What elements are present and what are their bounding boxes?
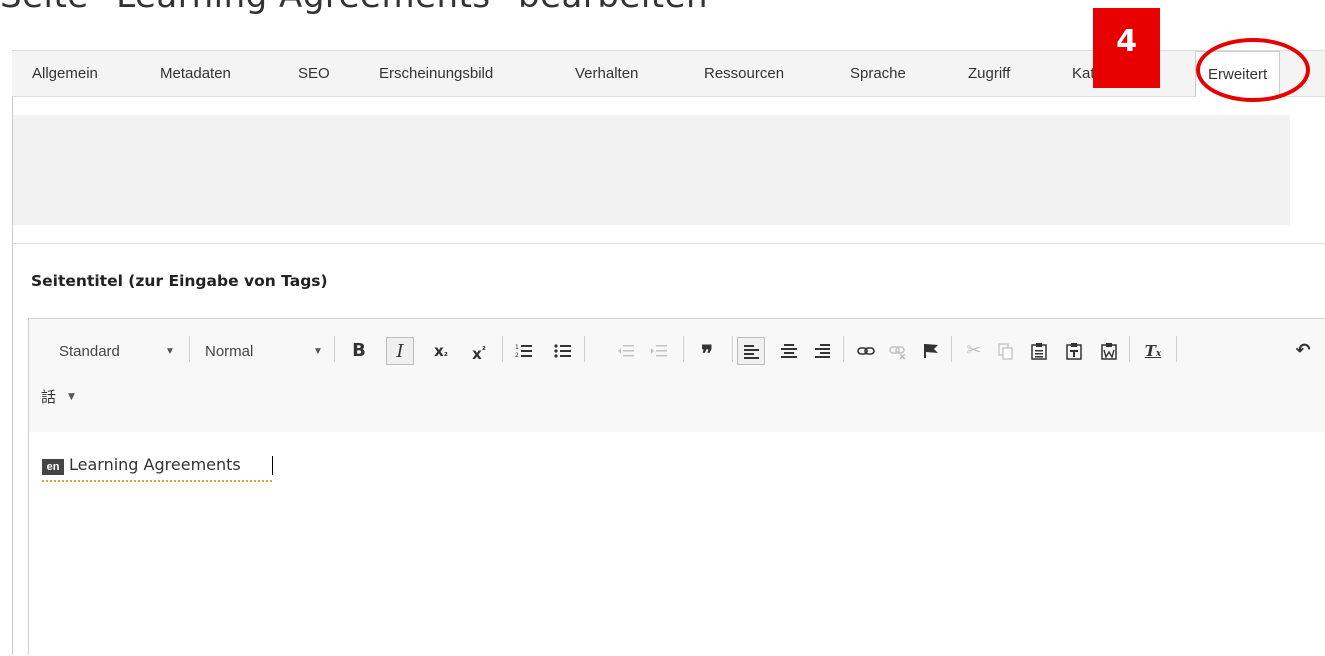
toolbar-separator [502,336,503,362]
format-select-label: Normal [205,343,254,360]
toolbar-separator [1176,336,1177,362]
toolbar-separator [732,336,733,362]
caret-down-icon: ▼ [165,346,175,357]
toolbar-separator [584,336,585,362]
divider [12,243,1325,244]
tab-verhalten[interactable]: Verhalten [575,51,638,97]
svg-text:1: 1 [515,344,519,351]
caret-down-icon: ▼ [68,392,75,402]
align-right-icon[interactable] [808,337,836,365]
toolbar-separator [1129,336,1130,362]
remove-format-icon[interactable]: Tx [1139,337,1167,365]
decrease-indent-icon[interactable] [612,337,640,365]
paste-icon[interactable] [1025,337,1053,365]
editor-text[interactable]: Learning Agreements [69,455,241,474]
paste-word-icon[interactable] [1095,337,1123,365]
unlink-icon[interactable] [884,337,912,365]
tab-zugriff[interactable]: Zugriff [968,51,1010,97]
italic-icon[interactable]: I [386,337,414,365]
toolbar-separator [951,336,952,362]
paste-text-icon[interactable] [1060,337,1088,365]
language-button[interactable]: 話 ▼ [41,383,101,411]
anchor-flag-icon[interactable] [917,337,945,365]
field-label: Seitentitel (zur Eingabe von Tags) [31,272,328,290]
link-icon[interactable] [852,337,880,365]
increase-indent-icon[interactable] [645,337,673,365]
spellcheck-underline [42,480,272,482]
tab-metadaten[interactable]: Metadaten [160,51,231,97]
superscript-icon[interactable]: x² [465,337,493,365]
tab-seo[interactable]: SEO [298,51,330,97]
tab-erscheinungsbild[interactable]: Erscheinungsbild [379,51,493,97]
svg-text:2: 2 [515,352,519,359]
language-icon: 話 [41,388,57,406]
toolbar-separator [843,336,844,362]
step-annotation-badge: 4 [1093,8,1160,88]
tab-ressourcen[interactable]: Ressourcen [704,51,784,97]
bullet-list-icon[interactable] [549,337,577,365]
toolbar-separator [189,336,190,362]
caret-down-icon: ▼ [313,346,323,357]
copy-icon[interactable] [992,337,1020,365]
align-left-icon[interactable] [737,337,765,365]
editor-content[interactable]: en Learning Agreements [29,432,1325,656]
rich-text-editor: Standard ▼ Normal ▼ B I x₂ x² 12 ❞ ✂ Tx … [28,318,1325,656]
editor-toolbar: Standard ▼ Normal ▼ B I x₂ x² 12 ❞ ✂ Tx … [29,319,1325,433]
toolbar-separator [683,336,684,362]
language-badge: en [42,459,64,475]
highlight-ellipse [1196,38,1310,102]
tab-allgemein[interactable]: Allgemein [32,51,98,97]
page-title: Seite "Learning Agreements" bearbeiten [0,0,708,16]
style-select[interactable]: Standard ▼ [59,339,175,365]
cut-icon[interactable]: ✂ [960,337,988,365]
blockquote-icon[interactable]: ❞ [693,337,721,367]
align-center-icon[interactable] [775,337,803,365]
empty-panel [13,115,1290,225]
tab-sprache[interactable]: Sprache [850,51,906,97]
numbered-list-icon[interactable]: 12 [510,337,538,365]
toolbar-separator [334,336,335,362]
format-select[interactable]: Normal ▼ [205,339,323,365]
subscript-icon[interactable]: x₂ [427,337,455,365]
bold-icon[interactable]: B [345,337,373,365]
style-select-label: Standard [59,343,120,360]
undo-icon[interactable]: ↶ [1289,337,1317,365]
text-cursor [272,456,273,475]
